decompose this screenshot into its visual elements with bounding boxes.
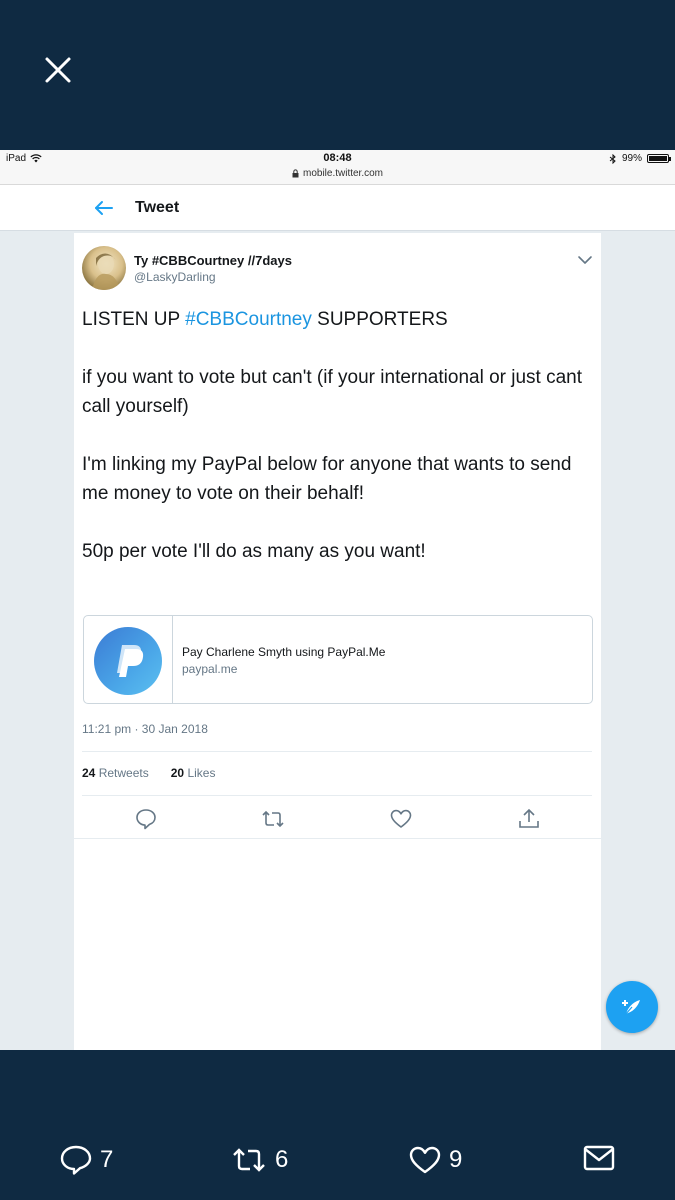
close-button[interactable] xyxy=(38,50,78,90)
tweet-paragraph: LISTEN UP #CBBCourtney SUPPORTERS xyxy=(82,305,592,334)
retweet-icon xyxy=(233,1148,265,1172)
chevron-down-icon xyxy=(578,256,592,264)
divider xyxy=(74,838,601,839)
page-title: Tweet xyxy=(135,199,180,216)
tweet-text-segment: LISTEN UP xyxy=(82,309,186,330)
retweet-icon xyxy=(262,810,284,828)
viewer-message-button[interactable] xyxy=(583,1145,615,1171)
likes-label: Likes xyxy=(187,766,216,780)
viewer-top-bar xyxy=(0,0,675,150)
retweet-button[interactable] xyxy=(261,807,285,831)
reply-button[interactable] xyxy=(134,807,158,831)
feather-plus-icon xyxy=(622,1000,640,1016)
paypal-icon xyxy=(117,644,144,677)
tweet-paragraph: if you want to vote but can't (if your i… xyxy=(82,367,583,417)
link-preview-card[interactable]: Pay Charlene Smyth using PayPal.Me paypa… xyxy=(83,615,593,704)
battery-icon xyxy=(647,154,671,163)
link-title: Pay Charlene Smyth using PayPal.Me xyxy=(182,645,386,659)
viewer-reply-count: 7 xyxy=(100,1146,114,1173)
viewer-like-button[interactable]: 9 xyxy=(409,1145,462,1175)
tweet-text-segment: SUPPORTERS xyxy=(311,309,448,330)
lock-icon xyxy=(292,169,299,178)
bluetooth-icon xyxy=(609,153,616,164)
divider xyxy=(82,751,592,752)
link-thumbnail xyxy=(84,616,173,703)
screenshot-area: iPad 08:48 mobile.twitter.com 99% Tweet … xyxy=(0,150,675,1050)
retweets-count: 24 xyxy=(82,766,96,780)
reply-icon xyxy=(136,809,156,830)
address-bar[interactable]: mobile.twitter.com xyxy=(0,168,675,179)
viewer-retweet-button[interactable]: 6 xyxy=(231,1145,288,1175)
retweets-label: Retweets xyxy=(98,766,149,780)
ios-status-bar: iPad 08:48 mobile.twitter.com 99% xyxy=(0,150,675,185)
avatar[interactable] xyxy=(82,246,126,290)
divider xyxy=(82,795,592,796)
viewer-like-count: 9 xyxy=(449,1146,463,1173)
tweet-paragraph: I'm linking my PayPal below for anyone t… xyxy=(82,454,572,504)
hashtag-link[interactable]: #CBBCourtney xyxy=(185,309,312,330)
tweet-actions xyxy=(74,801,601,837)
tweet-body: LISTEN UP #CBBCourtney SUPPORTERS if you… xyxy=(82,305,592,595)
viewer-retweet-count: 6 xyxy=(275,1146,289,1173)
likes-stat[interactable]: 20 Likes xyxy=(171,766,216,780)
likes-count: 20 xyxy=(170,766,185,780)
envelope-icon xyxy=(583,1145,615,1171)
link-domain: paypal.me xyxy=(182,662,238,676)
address-url: mobile.twitter.com xyxy=(302,168,384,179)
close-icon xyxy=(45,57,71,83)
tweet-timestamp[interactable]: 11:21 pm · 30 Jan 2018 xyxy=(82,722,208,736)
avatar-image xyxy=(92,253,120,290)
compose-tweet-button[interactable] xyxy=(606,981,658,1033)
tweet-card: Ty #CBBCourtney //7days @LaskyDarling LI… xyxy=(74,233,601,1050)
arrow-left-icon xyxy=(95,201,113,215)
battery-percent: 99% xyxy=(621,153,642,164)
twitter-header: Tweet xyxy=(0,185,675,231)
share-icon xyxy=(519,808,539,828)
battery-level xyxy=(649,156,667,161)
tweet-stats: 24 Retweets 20 Likes xyxy=(82,766,215,780)
user-name[interactable]: Ty #CBBCourtney //7days xyxy=(134,253,292,268)
like-button[interactable] xyxy=(389,807,413,831)
viewer-reply-button[interactable]: 7 xyxy=(60,1145,113,1175)
back-button[interactable] xyxy=(92,197,116,219)
tweet-menu-button[interactable] xyxy=(577,253,593,265)
paypal-logo xyxy=(94,626,162,695)
retweets-stat[interactable]: 24 Retweets xyxy=(82,766,149,780)
share-button[interactable] xyxy=(517,807,541,831)
reply-icon xyxy=(60,1145,92,1175)
heart-icon xyxy=(409,1146,441,1174)
status-time: 08:48 xyxy=(323,152,352,164)
viewer-bottom-bar: 7 6 9 xyxy=(0,1050,675,1200)
heart-icon xyxy=(390,809,412,828)
tweet-paragraph: 50p per vote I'll do as many as you want… xyxy=(82,541,426,562)
user-handle[interactable]: @LaskyDarling xyxy=(134,270,216,284)
